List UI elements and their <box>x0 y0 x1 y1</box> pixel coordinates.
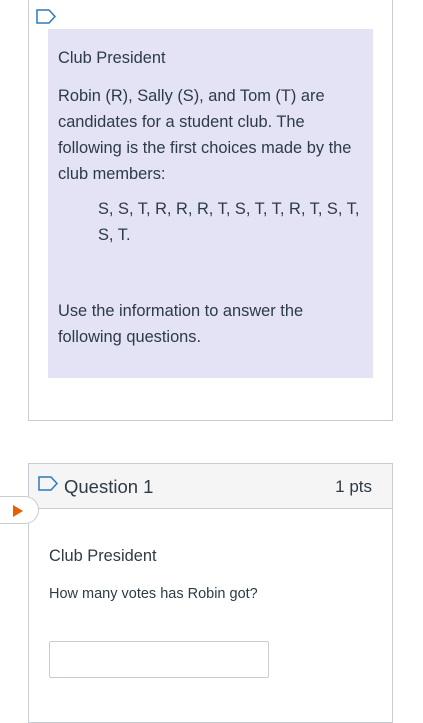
question-points: 1 pts <box>335 477 372 496</box>
stimulus-content: Club President Robin (R), Sally (S), and… <box>48 29 373 378</box>
stimulus-title: Club President <box>58 49 166 67</box>
question-card: Question 1 1 pts Club President How many… <box>28 463 393 723</box>
votes-line-1: S, S, T, R, R, R, T, S, T, T, R, T, S, T… <box>98 200 360 218</box>
question-text: How many votes has Robin got? <box>49 586 258 602</box>
answer-input[interactable] <box>49 641 269 678</box>
question-title: Question 1 <box>64 476 154 497</box>
question-header: Question 1 1 pts <box>29 464 392 509</box>
flag-question-icon[interactable] <box>38 476 59 491</box>
current-question-indicator[interactable] <box>0 496 39 524</box>
votes-line-2: S, T. <box>98 226 131 244</box>
stimulus-description: Robin (R), Sally (S), and Tom (T) are ca… <box>58 87 352 183</box>
votes-list: S, S, T, R, R, R, T, S, T, T, R, T, S, T… <box>98 196 363 248</box>
flag-question-icon[interactable] <box>36 9 57 24</box>
stimulus-instruction: Use the information to answer the follow… <box>58 302 304 346</box>
play-arrow-icon <box>13 505 23 517</box>
question-name: Club President <box>49 547 157 565</box>
